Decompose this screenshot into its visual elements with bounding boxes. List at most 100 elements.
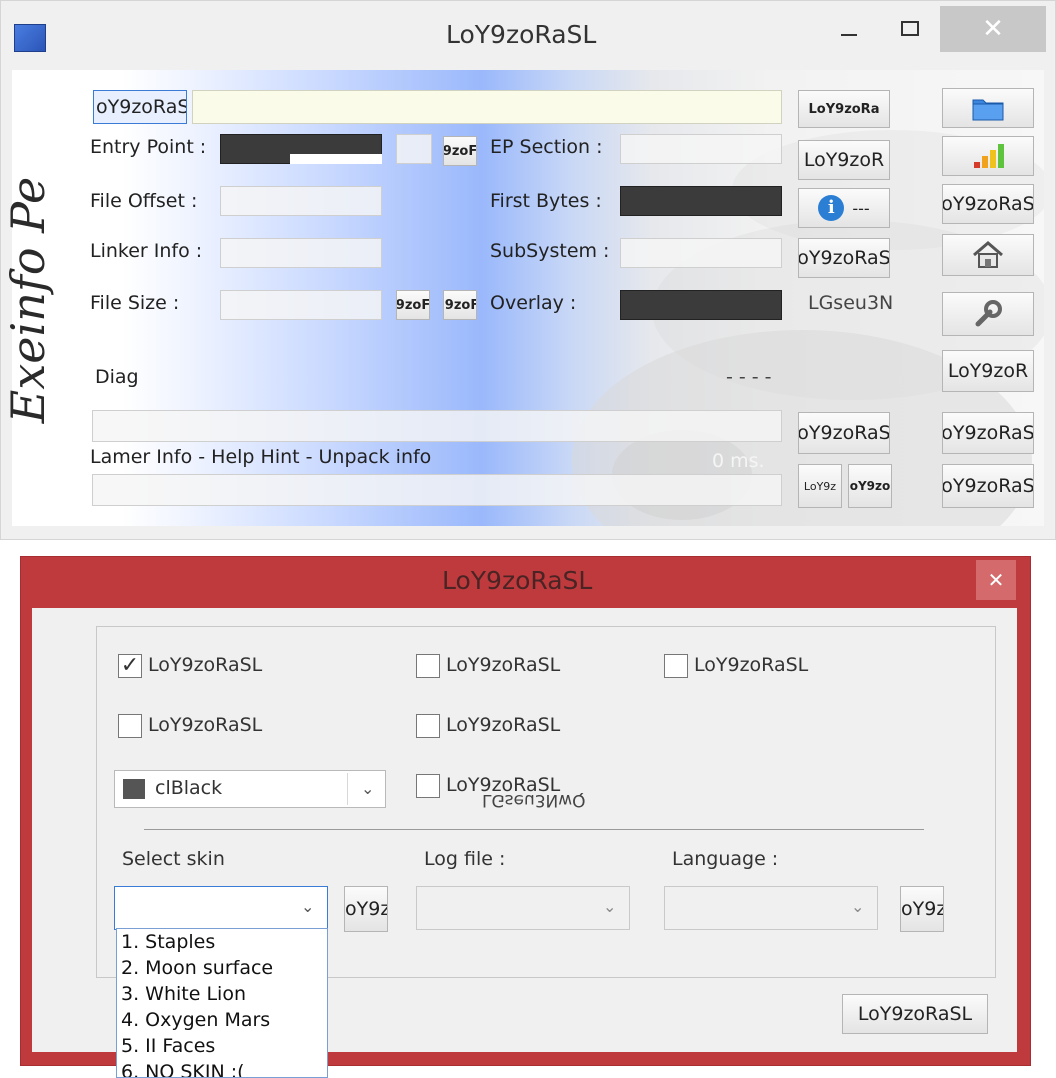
overlapping-text: LGseu3NwQ	[482, 790, 586, 810]
dialog-close-button[interactable]: ✕	[976, 560, 1016, 600]
file-size-button-2[interactable]: '9zoF	[443, 290, 477, 320]
wrench-icon	[975, 300, 1002, 327]
overlay-label: Overlay :	[490, 292, 577, 314]
skin-option[interactable]: 4. Oxygen Mars	[117, 1007, 327, 1033]
skin-apply-button[interactable]: oY9zo	[344, 886, 388, 932]
home-icon	[973, 241, 1003, 268]
svg-text:Exeinfo Pe: Exeinfo Pe	[4, 177, 55, 425]
overlay-field[interactable]	[620, 290, 782, 320]
info-button[interactable]: i ---	[798, 188, 890, 228]
diag-dashes: - - - -	[726, 366, 772, 388]
file-path-input[interactable]	[192, 90, 782, 124]
file-offset-label: File Offset :	[90, 190, 198, 212]
options-button[interactable]: oY9zoRaS	[798, 238, 890, 278]
file-path-value: oY9zoRaS	[96, 96, 187, 118]
subsystem-label: SubSystem :	[490, 240, 610, 262]
maximize-icon[interactable]	[896, 14, 926, 44]
skin-option[interactable]: 2. Moon surface	[117, 955, 327, 981]
file-size-label: File Size :	[90, 292, 180, 314]
ep-section-label: EP Section :	[490, 136, 603, 158]
window-title: LoY9zoRaSL	[446, 20, 597, 49]
first-bytes-field[interactable]	[620, 186, 782, 216]
rip-button[interactable]: oY9zoRaS	[798, 412, 890, 454]
stats-button[interactable]	[942, 136, 1034, 176]
right-button-3[interactable]: oY9zoRaS	[942, 184, 1034, 224]
open-file-button[interactable]	[942, 88, 1034, 128]
diag-output-field[interactable]	[92, 410, 782, 442]
checkbox-2-label: LoY9zoRaSL	[446, 654, 561, 676]
file-size-field[interactable]	[220, 290, 382, 320]
chevron-down-icon: ⌄	[361, 779, 375, 798]
checkbox-4-label: LoY9zoRaSL	[148, 714, 263, 736]
signature-logo: Exeinfo Pe	[4, 177, 55, 425]
linker-info-field[interactable]	[220, 238, 382, 268]
file-offset-field[interactable]	[220, 186, 382, 216]
checkmark-icon: ✓	[120, 653, 140, 678]
ok-button[interactable]: LoY9zoRaSL	[842, 994, 988, 1034]
checkbox-2[interactable]	[416, 654, 440, 678]
linker-info-label: Linker Info :	[90, 240, 203, 262]
dialog-title: LoY9zoRaSL	[442, 566, 593, 595]
lamer-info-field[interactable]	[92, 474, 782, 506]
entry-point-extra-field[interactable]	[396, 134, 432, 164]
entry-point-label: Entry Point :	[90, 136, 207, 158]
plugin-button[interactable]: LoY9zoR	[798, 140, 890, 180]
close-button[interactable]: ✕	[940, 6, 1046, 52]
lgseu-label: LGseu3N	[808, 292, 894, 314]
language-apply-button[interactable]: oY9zo	[900, 886, 944, 932]
app-icon[interactable]	[14, 24, 46, 52]
small-button-a[interactable]: LoY9z	[798, 464, 842, 508]
checkbox-3-label: LoY9zoRaSL	[694, 654, 809, 676]
subsystem-field[interactable]	[620, 238, 782, 268]
first-bytes-label: First Bytes :	[490, 190, 602, 212]
log-file-combo[interactable]: ⌄	[416, 886, 630, 930]
time-label: 0 ms.	[712, 450, 765, 472]
checkbox-5-label: LoY9zoRaSL	[446, 714, 561, 736]
home-button[interactable]	[942, 234, 1034, 276]
color-combo-value: clBlack	[155, 777, 223, 799]
file-size-button-1[interactable]: 9zoF	[396, 290, 430, 320]
skin-dropdown-list: 1. Staples 2. Moon surface 3. White Lion…	[116, 928, 328, 1078]
scan-button[interactable]: LoY9zoRa	[798, 90, 890, 128]
tools-button[interactable]	[942, 292, 1034, 336]
close-icon: ✕	[987, 568, 1005, 592]
entry-point-field-highlight	[290, 154, 382, 164]
skin-option[interactable]: 5. II Faces	[117, 1033, 327, 1059]
select-skin-label: Select skin	[122, 848, 225, 870]
file-path-prefix[interactable]: oY9zoRaS	[93, 90, 187, 124]
skin-option[interactable]: 3. White Lion	[117, 981, 327, 1007]
bar-chart-icon	[974, 144, 1004, 168]
ep-section-field[interactable]	[620, 134, 782, 164]
diag-label: Diag	[95, 366, 139, 388]
checkbox-3[interactable]	[664, 654, 688, 678]
small-button-b[interactable]: oY9zo	[848, 464, 892, 508]
combo-separator	[347, 773, 348, 805]
log-file-label: Log file :	[424, 848, 506, 870]
skin-option[interactable]: 6. NO SKIN :(	[117, 1059, 327, 1077]
chevron-down-icon: ⌄	[851, 897, 865, 916]
skin-option[interactable]: 1. Staples	[117, 929, 327, 955]
close-icon: ✕	[982, 14, 1004, 44]
info-icon: i	[818, 195, 845, 221]
language-label: Language :	[672, 848, 779, 870]
info-dash: ---	[852, 198, 870, 218]
lamer-info-label: Lamer Info - Help Hint - Unpack info	[90, 446, 432, 468]
language-combo[interactable]: ⌄	[664, 886, 878, 930]
right-button-8[interactable]: oY9zoRaS	[942, 464, 1034, 508]
checkbox-1[interactable]: ✓	[118, 654, 142, 678]
skin-combo[interactable]: ⌄	[114, 886, 328, 930]
checkbox-6[interactable]	[416, 774, 440, 798]
minimize-icon[interactable]	[836, 14, 866, 44]
chevron-down-icon: ⌄	[301, 897, 315, 916]
color-combo[interactable]: clBlack ⌄	[114, 770, 386, 808]
color-swatch	[123, 779, 145, 799]
checkbox-4[interactable]	[118, 714, 142, 738]
ep-button[interactable]: 9zoF	[443, 136, 477, 166]
right-button-6[interactable]: LoY9zoR	[942, 350, 1034, 392]
folder-icon	[972, 99, 1004, 121]
group-divider	[144, 829, 924, 830]
chevron-down-icon: ⌄	[603, 897, 617, 916]
checkbox-1-label: LoY9zoRaSL	[148, 654, 263, 676]
checkbox-5[interactable]	[416, 714, 440, 738]
right-button-7[interactable]: oY9zoRaS	[942, 412, 1034, 454]
